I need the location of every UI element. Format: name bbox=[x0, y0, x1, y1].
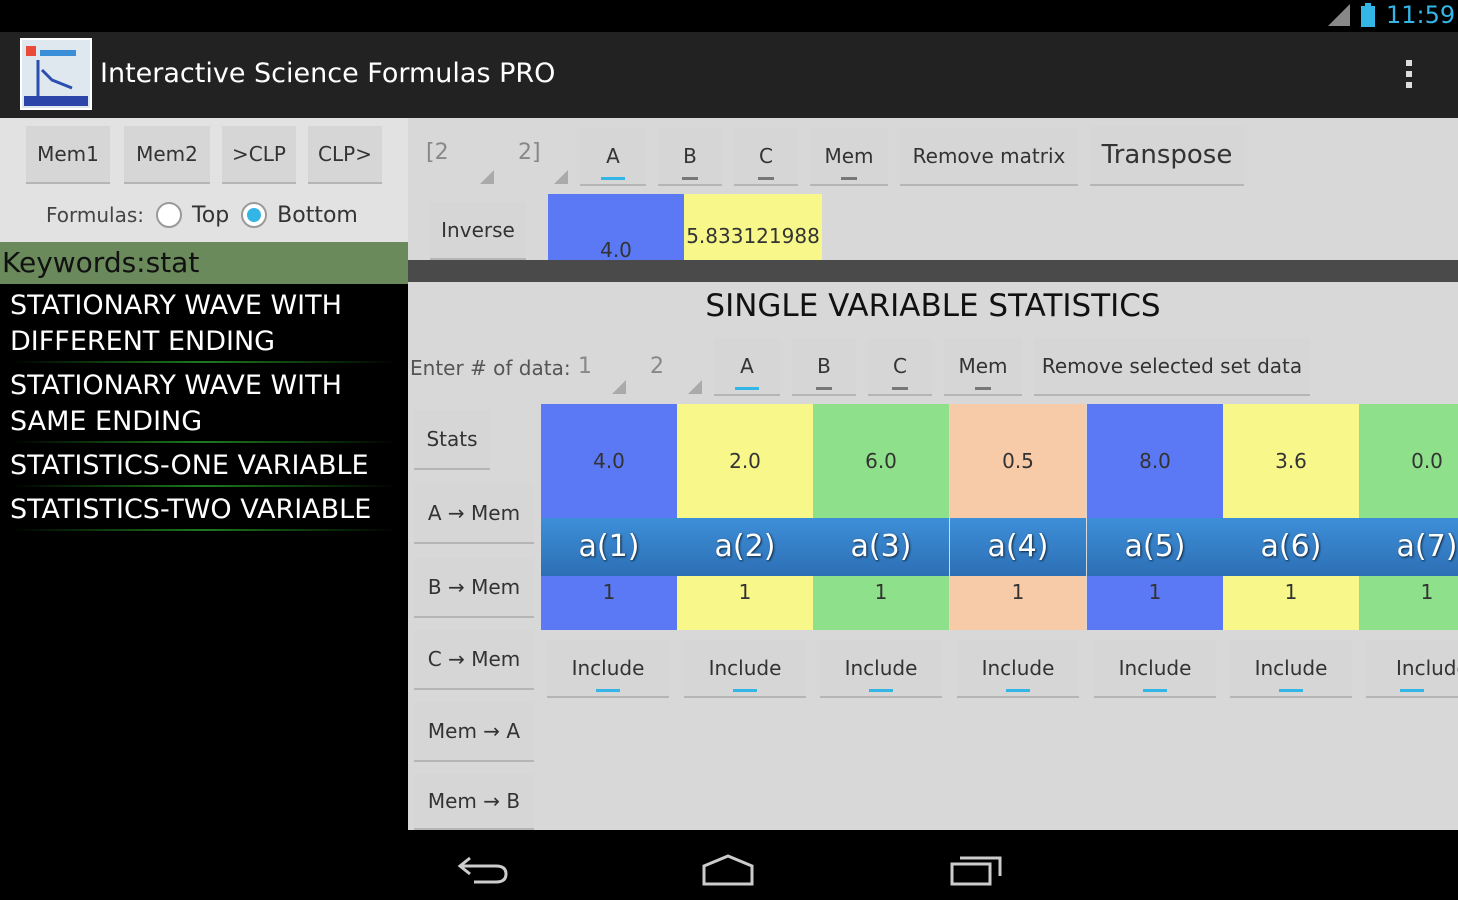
data-column: 3.6 a(6) 1 bbox=[1223, 404, 1359, 630]
data-count-input-b[interactable]: 2 bbox=[650, 354, 664, 379]
remove-set-data-button[interactable]: Remove selected set data bbox=[1034, 338, 1310, 396]
data-value-cell[interactable]: 4.0 bbox=[541, 404, 677, 518]
navigation-bar bbox=[0, 830, 1458, 900]
data-count-input-a[interactable]: 1 bbox=[578, 354, 592, 379]
data-column: 4.0 a(1) 1 bbox=[541, 404, 677, 630]
radio-bottom[interactable] bbox=[241, 202, 268, 228]
stats-tab-c[interactable]: C bbox=[868, 338, 932, 396]
include-toggle[interactable]: Include bbox=[957, 640, 1079, 698]
action-bar: Interactive Science Formulas PRO bbox=[0, 32, 1458, 118]
recent-apps-icon[interactable] bbox=[948, 854, 1004, 886]
status-bar: 11:59 bbox=[0, 0, 1458, 32]
paste-from-clipboard-button[interactable]: CLP> bbox=[308, 126, 382, 184]
data-index-label: a(6) bbox=[1223, 518, 1359, 576]
clock: 11:59 bbox=[1386, 1, 1456, 29]
inverse-button[interactable]: Inverse bbox=[430, 202, 526, 260]
data-value-cell[interactable]: 8.0 bbox=[1087, 404, 1223, 518]
copy-to-clipboard-button[interactable]: >CLP bbox=[222, 126, 296, 184]
include-toggle[interactable]: Include bbox=[1230, 640, 1352, 698]
matrix-rows-input[interactable]: [2 bbox=[426, 140, 449, 165]
app-logo-icon[interactable] bbox=[20, 38, 92, 110]
calculator-panel: [2 2] A B C Mem Remove matrix Transpose … bbox=[408, 118, 1458, 830]
include-toggle[interactable]: Include bbox=[1094, 640, 1216, 698]
data-table: 4.0 a(1) 1 2.0 a(2) 1 6.0 a(3) 1 0.5 a(4… bbox=[541, 404, 1458, 630]
stats-tab-a[interactable]: A bbox=[714, 338, 780, 396]
mem1-button[interactable]: Mem1 bbox=[26, 126, 110, 184]
radio-top-label[interactable]: Top bbox=[192, 203, 229, 228]
data-value-cell[interactable]: 0.5 bbox=[950, 404, 1086, 518]
matrix-tab-a[interactable]: A bbox=[580, 128, 646, 186]
input-corner bbox=[688, 380, 702, 394]
formulas-position-group: Formulas: Top Bottom bbox=[46, 202, 358, 228]
stats-tab-b[interactable]: B bbox=[792, 338, 856, 396]
back-icon[interactable] bbox=[456, 852, 512, 886]
input-corner bbox=[554, 170, 568, 184]
result-item[interactable]: STATISTICS-TWO VARIABLE bbox=[0, 492, 408, 531]
matrix-tab-c[interactable]: C bbox=[734, 128, 798, 186]
data-value-cell[interactable]: 0.0 bbox=[1359, 404, 1458, 518]
data-column: 6.0 a(3) 1 bbox=[813, 404, 949, 630]
memory-panel: Mem1 Mem2 >CLP CLP> Formulas: Top Bottom bbox=[0, 118, 408, 242]
data-index-label: a(1) bbox=[541, 518, 677, 576]
mem-to-b-button[interactable]: Mem → B bbox=[414, 774, 534, 830]
search-results-list: STATIONARY WAVE WITH DIFFERENT ENDING ST… bbox=[0, 284, 408, 830]
data-column: 0.5 a(4) 1 bbox=[950, 404, 1086, 630]
data-value-cell[interactable]: 2.0 bbox=[677, 404, 813, 518]
data-column: 0.0 a(7) 1 bbox=[1359, 404, 1458, 630]
battery-icon bbox=[1361, 3, 1375, 27]
section-title: SINGLE VARIABLE STATISTICS bbox=[705, 288, 1161, 324]
remove-matrix-button[interactable]: Remove matrix bbox=[900, 128, 1078, 186]
result-item[interactable]: STATISTICS-ONE VARIABLE bbox=[0, 448, 408, 487]
matrix-tab-b[interactable]: B bbox=[658, 128, 722, 186]
include-toggle[interactable]: Include bbox=[547, 640, 669, 698]
data-index-label: a(3) bbox=[813, 518, 949, 576]
include-toggle[interactable]: Include bbox=[684, 640, 806, 698]
data-frequency-cell[interactable]: 1 bbox=[813, 576, 949, 630]
data-column: 8.0 a(5) 1 bbox=[1087, 404, 1223, 630]
data-value-cell[interactable]: 6.0 bbox=[813, 404, 949, 518]
data-frequency-cell[interactable]: 1 bbox=[1087, 576, 1223, 630]
formulas-label: Formulas: bbox=[46, 203, 145, 227]
overflow-menu-icon[interactable] bbox=[1400, 56, 1418, 96]
signal-icon bbox=[1328, 4, 1350, 26]
data-frequency-cell[interactable]: 1 bbox=[1359, 576, 1458, 630]
include-toggle[interactable]: Include bbox=[820, 640, 942, 698]
transpose-button[interactable]: Transpose bbox=[1090, 126, 1244, 186]
section-divider bbox=[408, 260, 1458, 282]
radio-top[interactable] bbox=[156, 202, 183, 228]
keywords-header: Keywords:stat bbox=[0, 242, 408, 284]
mem-to-a-button[interactable]: Mem → A bbox=[414, 702, 534, 762]
result-item[interactable]: STATIONARY WAVE WITH DIFFERENT ENDING bbox=[0, 288, 408, 363]
data-index-label: a(4) bbox=[950, 518, 1086, 576]
stats-button[interactable]: Stats bbox=[414, 410, 490, 470]
data-index-label: a(2) bbox=[677, 518, 813, 576]
data-frequency-cell[interactable]: 1 bbox=[1223, 576, 1359, 630]
input-corner bbox=[480, 170, 494, 184]
a-to-mem-button[interactable]: A → Mem bbox=[414, 484, 534, 544]
data-index-label: a(5) bbox=[1087, 518, 1223, 576]
matrix-cell[interactable]: 5.833121988 bbox=[684, 194, 822, 260]
enter-count-label: Enter # of data: bbox=[410, 356, 571, 380]
matrix-cols-input[interactable]: 2] bbox=[518, 140, 541, 165]
input-corner bbox=[612, 380, 626, 394]
mem2-button[interactable]: Mem2 bbox=[124, 126, 210, 184]
home-icon[interactable] bbox=[700, 852, 756, 886]
data-value-cell[interactable]: 3.6 bbox=[1223, 404, 1359, 518]
result-item[interactable]: STATIONARY WAVE WITH SAME ENDING bbox=[0, 368, 408, 443]
matrix-cell[interactable]: 4.0 bbox=[548, 194, 684, 260]
data-column: 2.0 a(2) 1 bbox=[677, 404, 813, 630]
radio-bottom-label[interactable]: Bottom bbox=[277, 203, 358, 228]
b-to-mem-button[interactable]: B → Mem bbox=[414, 558, 534, 618]
include-toggle[interactable]: Include bbox=[1366, 640, 1458, 698]
data-frequency-cell[interactable]: 1 bbox=[677, 576, 813, 630]
stats-tab-mem[interactable]: Mem bbox=[944, 338, 1022, 396]
c-to-mem-button[interactable]: C → Mem bbox=[414, 630, 534, 690]
data-frequency-cell[interactable]: 1 bbox=[950, 576, 1086, 630]
data-frequency-cell[interactable]: 1 bbox=[541, 576, 677, 630]
app-title: Interactive Science Formulas PRO bbox=[100, 58, 556, 89]
matrix-tab-mem[interactable]: Mem bbox=[810, 128, 888, 186]
data-index-label: a(7) bbox=[1359, 518, 1458, 576]
